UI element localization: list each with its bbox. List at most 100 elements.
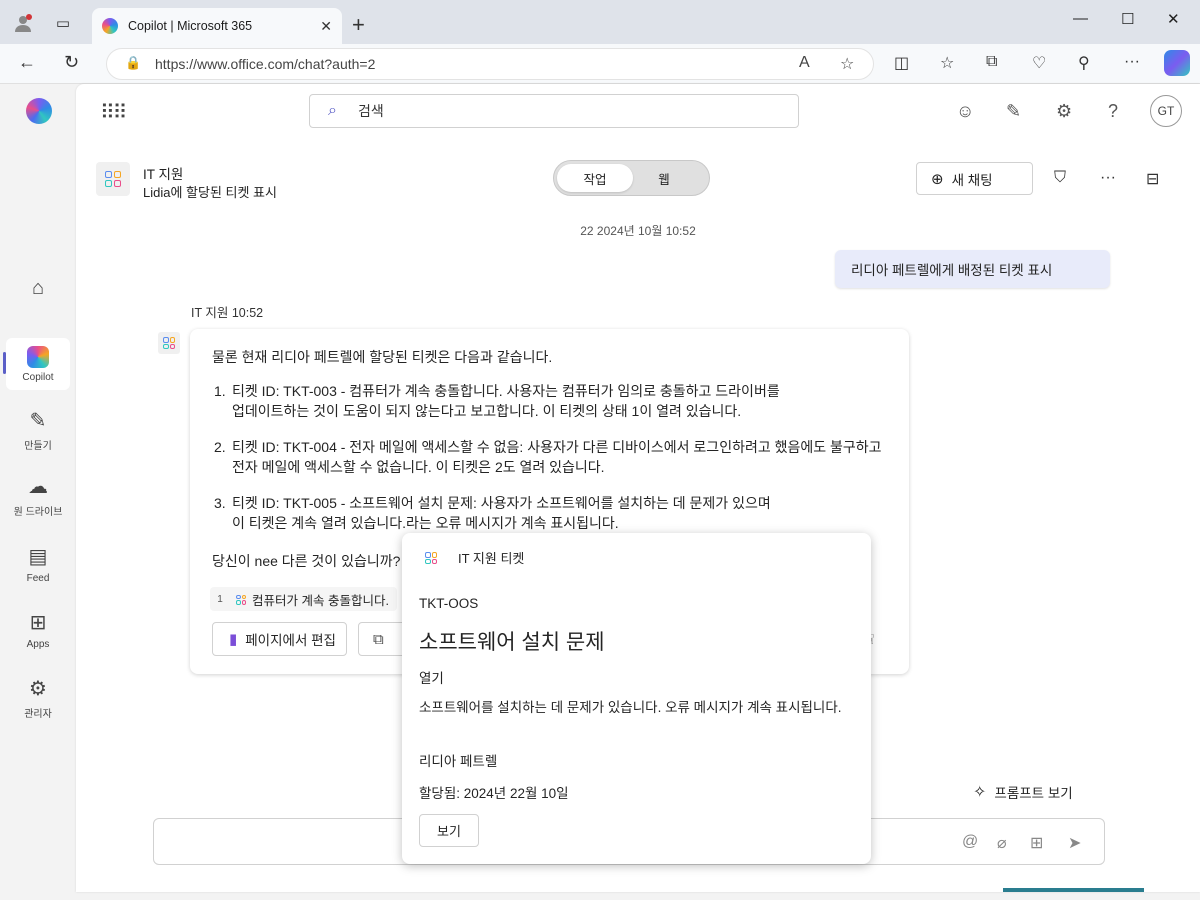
reference-chip[interactable]: 1 컴퓨터가 계속 충돌합니다. bbox=[210, 587, 397, 611]
browser-tab-active[interactable]: Copilot | Microsoft 365 ✕ bbox=[92, 8, 342, 44]
popup-ticket-id: TKT-OOS bbox=[419, 596, 479, 611]
new-chat-icon: ⊕ bbox=[931, 170, 944, 188]
view-prompts-button[interactable]: ✧ 프롬프트 보기 bbox=[973, 782, 1073, 802]
list-item: 1. 티켓 ID: TKT-003 - 컴퓨터가 계속 충돌합니다. 사용자는 컴… bbox=[214, 381, 934, 421]
bot-intro: 물론 현재 리디아 페트렐에 할당된 티켓은 다음과 같습니다. bbox=[212, 349, 553, 365]
popup-title: 소프트웨어 설치 문제 bbox=[419, 631, 605, 654]
copy-icon: ⧉ bbox=[373, 630, 384, 648]
prompt-sparkle-icon: ✧ bbox=[973, 784, 987, 801]
rail-item-admin[interactable]: ⚙ 관리자 bbox=[6, 672, 70, 724]
cloud-icon: ☁ bbox=[28, 476, 48, 498]
window-close-icon[interactable]: ✕ bbox=[1167, 10, 1180, 28]
admin-icon: ⚙ bbox=[29, 678, 47, 700]
close-tab-icon[interactable]: ✕ bbox=[320, 18, 332, 35]
it-support-ticket-icon bbox=[420, 547, 442, 569]
search-input[interactable]: ⌕ 검색 bbox=[309, 94, 799, 128]
toggle-work[interactable]: 작업 bbox=[557, 164, 633, 192]
list-item: 2. 티켓 ID: TKT-004 - 전자 메일에 액세스할 수 없음: 사용자… bbox=[214, 437, 934, 477]
agent-subtitle: Lidia에 할당된 티켓 표시 bbox=[143, 185, 277, 200]
popup-status: 열기 bbox=[419, 671, 444, 686]
ticket-line2: 업데이트하는 것이 도움이 되지 않는다고 보고합니다. 이 티켓의 상태 1이… bbox=[232, 403, 742, 419]
settings-gear-icon[interactable]: ⚙ bbox=[1056, 101, 1072, 122]
tab-actions-icon[interactable]: ▭ bbox=[52, 12, 74, 34]
tab-title: Copilot | Microsoft 365 bbox=[128, 19, 253, 33]
ticket-line1: 티켓 ID: TKT-005 - 소프트웨어 설치 문제: 사용자가 소프트웨어… bbox=[232, 495, 771, 511]
popup-description: 소프트웨어를 설치하는 데 문제가 있습니다. 오류 메시지가 계속 표시됩니다… bbox=[419, 700, 842, 715]
read-aloud-icon[interactable]: A bbox=[799, 54, 810, 72]
new-tab-icon[interactable]: + bbox=[352, 12, 365, 38]
rail-label-create: 만들기 bbox=[24, 441, 52, 452]
back-icon[interactable]: ← bbox=[18, 52, 36, 73]
bot-avatar-icon bbox=[158, 332, 180, 354]
rail-item-feed[interactable]: ▤ Feed bbox=[6, 538, 70, 590]
ticket-line2: 이 티켓은 계속 열려 있습니다.라는 오류 메시지가 계속 표시됩니다. bbox=[232, 515, 619, 531]
apps-icon: ⊞ bbox=[29, 612, 47, 634]
user-message: 리디아 페트렐에게 배정된 티켓 표시 bbox=[835, 250, 1110, 288]
plugins-icon[interactable]: ⊞ bbox=[1030, 833, 1043, 853]
shield-icon[interactable]: ⛉ bbox=[1054, 169, 1066, 187]
view-prompts-label: 프롬프트 보기 bbox=[994, 786, 1073, 801]
edit-in-pages-button[interactable]: ▮ 페이지에서 편집 bbox=[212, 622, 347, 656]
reference-number: 1 bbox=[217, 593, 223, 605]
attach-icon[interactable]: ⌀ bbox=[997, 833, 1007, 853]
edge-copilot-icon[interactable] bbox=[1164, 50, 1190, 76]
rail-item-copilot[interactable]: Copilot bbox=[3, 338, 70, 390]
split-screen-icon[interactable]: ◫ bbox=[894, 53, 909, 73]
rail-item-home[interactable]: ⌂ bbox=[6, 264, 70, 316]
favorite-star-icon[interactable]: ☆ bbox=[840, 54, 854, 74]
ticket-number: 2. bbox=[214, 439, 226, 455]
pencil-icon: ✎ bbox=[29, 410, 47, 432]
popup-header: IT 지원 티켓 bbox=[458, 551, 525, 566]
view-button[interactable]: 보기 bbox=[419, 814, 479, 847]
rail-item-create[interactable]: ✎ 만들기 bbox=[6, 404, 70, 456]
browser-essentials-icon[interactable]: ♡ bbox=[1032, 53, 1046, 73]
profile-icon[interactable] bbox=[12, 12, 34, 34]
home-icon: ⌂ bbox=[31, 276, 45, 299]
ticket-line1: 티켓 ID: TKT-004 - 전자 메일에 액세스할 수 없음: 사용자가 … bbox=[232, 439, 882, 455]
maximize-icon[interactable]: ☐ bbox=[1121, 10, 1134, 28]
url-text: https://www.office.com/chat?auth=2 bbox=[155, 56, 376, 72]
toggle-web[interactable]: 웹 bbox=[626, 164, 702, 192]
help-icon[interactable]: ? bbox=[1108, 101, 1118, 122]
send-icon[interactable]: ➤ bbox=[1068, 833, 1081, 853]
copilot-favicon-icon bbox=[102, 18, 118, 34]
feedback-smiley-icon[interactable]: ☺ bbox=[956, 101, 974, 122]
work-web-toggle[interactable]: 작업 웹 bbox=[553, 160, 710, 196]
m365-logo-icon[interactable] bbox=[26, 98, 52, 124]
avatar[interactable]: GT bbox=[1150, 95, 1182, 127]
progress-indicator bbox=[1003, 888, 1144, 892]
collections-icon[interactable]: ⧉ bbox=[986, 53, 997, 71]
feed-icon: ▤ bbox=[28, 546, 48, 568]
rail-label-copilot: Copilot bbox=[22, 371, 54, 383]
side-panel-icon[interactable]: ⊟ bbox=[1146, 169, 1159, 189]
ticket-number: 3. bbox=[214, 495, 226, 511]
more-options-icon[interactable]: ··· bbox=[1124, 53, 1140, 71]
favorites-icon[interactable]: ☆ bbox=[940, 53, 954, 73]
conversation-timestamp: 22 2024년 10월 10:52 bbox=[580, 224, 696, 238]
minimize-icon[interactable]: — bbox=[1073, 10, 1088, 27]
url-field[interactable]: 🔒 https://www.office.com/chat?auth=2 A ☆ bbox=[106, 48, 874, 80]
app-launcher-icon[interactable]: ⠿⠿ bbox=[100, 100, 127, 125]
mention-icon[interactable]: @ bbox=[962, 833, 978, 851]
lock-icon: 🔒 bbox=[125, 55, 142, 70]
ticket-number: 1. bbox=[214, 383, 226, 399]
new-chat-label: 새 채팅 bbox=[951, 172, 993, 188]
pages-icon: ▮ bbox=[229, 631, 238, 648]
app-rail: ⌂ Copilot ✎ 만들기 ☁ 원 드라이브 ▤ Feed ⊞ Apps ⚙… bbox=[0, 84, 76, 900]
browser-address-bar: ← ↻ 🔒 https://www.office.com/chat?auth=2… bbox=[0, 44, 1200, 84]
popup-assignee: 리디아 페트렐 bbox=[419, 754, 498, 769]
more-icon[interactable]: ··· bbox=[1100, 169, 1116, 187]
refresh-icon[interactable]: ↻ bbox=[64, 52, 79, 73]
extensions-icon[interactable]: ⚲ bbox=[1078, 53, 1090, 73]
new-chat-button[interactable]: ⊕ 새 채팅 bbox=[916, 162, 1033, 195]
rail-item-onedrive[interactable]: ☁ 원 드라이브 bbox=[6, 470, 70, 522]
notes-icon[interactable]: ✎ bbox=[1006, 101, 1021, 122]
edit-in-pages-label: 페이지에서 편집 bbox=[245, 633, 336, 648]
rail-label-onedrive: 원 드라이브 bbox=[13, 507, 63, 518]
popup-assigned-date: 할당됨: 2024년 22월 10일 bbox=[419, 786, 569, 801]
rail-item-apps[interactable]: ⊞ Apps bbox=[6, 604, 70, 656]
bot-label: IT 지원 10:52 bbox=[191, 306, 264, 320]
list-item: 3. 티켓 ID: TKT-005 - 소프트웨어 설치 문제: 사용자가 소프트… bbox=[214, 493, 934, 533]
reference-text: 컴퓨터가 계속 충돌합니다. bbox=[252, 593, 389, 608]
rail-label-feed: Feed bbox=[26, 573, 50, 584]
